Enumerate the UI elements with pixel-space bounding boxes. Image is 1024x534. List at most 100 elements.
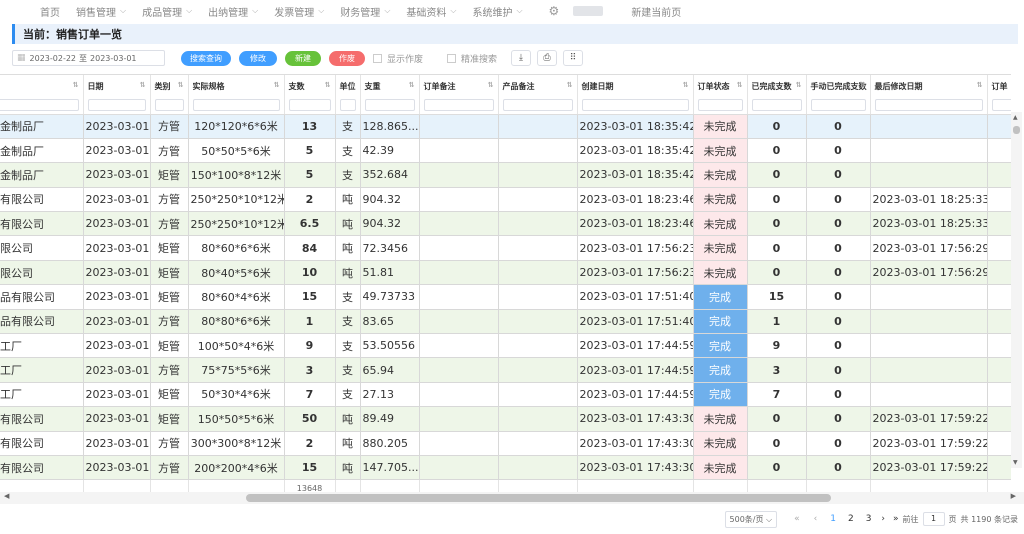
table-row[interactable]: 加工厂2023-03-01矩管50*30*4*6米7支27.132023-03-…	[0, 382, 1011, 408]
user-avatar[interactable]	[573, 6, 604, 16]
col-pieces-filter-input[interactable]	[288, 99, 331, 112]
col-modified-filter-input[interactable]	[874, 99, 983, 112]
sort-icon[interactable]: ⇅	[140, 81, 146, 89]
total-pieces: 13648	[284, 479, 336, 492]
table-row[interactable]: 造有限公司2023-03-01方管300*300*8*12米2吨880.205 2…	[0, 431, 1011, 456]
col-product-note-header[interactable]: 产品备注 ⇅	[498, 75, 578, 97]
page-3[interactable]: 3	[866, 514, 872, 524]
sort-icon[interactable]: ⇅	[796, 81, 802, 89]
sort-icon[interactable]: ⇅	[325, 81, 331, 89]
search-button[interactable]: 搜索查询	[181, 50, 231, 66]
col-customer-header[interactable]: ⇅	[0, 75, 84, 97]
table-row[interactable]: 有限公司2023-03-01矩管80*60*6*6米84吨72.3456 2023…	[0, 235, 1011, 261]
print-icon[interactable]: ⎙	[537, 50, 558, 66]
col-spec-filter-input[interactable]	[192, 99, 280, 112]
table-row[interactable]: 制品有限公司2023-03-01矩管80*60*4*6米15支49.737332…	[0, 284, 1011, 310]
grid-settings-icon[interactable]: ⠿	[563, 50, 584, 66]
table-row[interactable]: 加工厂2023-03-01方管75*75*5*6米3支65.942023-03-…	[0, 357, 1011, 383]
next-page-icon[interactable]: ›	[881, 514, 885, 524]
first-page-icon[interactable]: «	[794, 514, 800, 524]
scroll-left-icon[interactable]: ◀	[4, 492, 9, 500]
goto-page-input[interactable]: 1	[922, 512, 945, 526]
modified-cell: 2023-03-01 17:59:22	[870, 431, 988, 456]
nav-home[interactable]: 首页	[40, 4, 60, 19]
col-spec-header[interactable]: 实际规格 ⇅	[188, 75, 285, 97]
col-created-header[interactable]: 创建日期 ⇅	[577, 75, 694, 97]
sort-icon[interactable]: ⇅	[274, 81, 280, 89]
col-order-note-filter-input[interactable]	[423, 99, 494, 112]
col-product-note-filter-input[interactable]	[502, 99, 573, 112]
col-order-header[interactable]: 订单	[987, 75, 1011, 97]
sort-icon[interactable]: ⇅	[683, 81, 689, 89]
col-created-filter-input[interactable]	[581, 99, 689, 112]
table-row[interactable]: 贸有限公司2023-03-01方管250*250*10*12米6.5吨904.3…	[0, 211, 1011, 237]
table-row[interactable]: 造有限公司2023-03-01矩管150*50*5*6米50吨89.49 2023…	[0, 406, 1011, 432]
page-2[interactable]: 2	[848, 514, 854, 524]
prev-page-icon[interactable]: ‹	[814, 514, 818, 524]
scroll-up-icon[interactable]: ▲	[1013, 114, 1018, 121]
sort-icon[interactable]: ⇅	[73, 81, 79, 89]
col-done-pieces-header[interactable]: 已完成支数 ⇅	[747, 75, 807, 97]
sort-icon[interactable]: ⇅	[488, 81, 494, 89]
col-unit-filter-input[interactable]	[339, 99, 356, 112]
scroll-down-icon[interactable]: ▼	[1013, 459, 1018, 466]
col-status-header[interactable]: 订单状态 ⇅	[693, 75, 748, 97]
col-modified-header[interactable]: 最后修改日期 ⇅	[870, 75, 988, 97]
sort-icon[interactable]: ⇅	[409, 81, 415, 89]
table-row[interactable]: 造有限公司2023-03-01方管200*200*4*6米15吨147.705.…	[0, 455, 1011, 481]
table-row[interactable]: 有限公司2023-03-01矩管80*40*5*6米10吨51.81 2023-0…	[0, 260, 1011, 286]
col-unit-header[interactable]: 单位 ⇅	[335, 75, 361, 97]
col-weight-filter-cell	[360, 97, 420, 115]
scrollbar-thumb[interactable]	[1013, 126, 1020, 134]
page-size-select[interactable]: 500条/页 ⌵	[724, 510, 778, 528]
last-page-icon[interactable]: »	[893, 514, 899, 524]
col-status-filter-input[interactable]	[697, 99, 743, 112]
table-row[interactable]: 五金制品厂2023-03-01方管50*50*5*6米5支42.39 2023-0…	[0, 138, 1011, 164]
nav-product[interactable]: 成品管理 ⌵	[142, 4, 192, 19]
nav-cashier[interactable]: 出纳管理 ⌵	[208, 4, 258, 19]
date-range-picker[interactable]: ▦ 2023-02-22 至 2023-03-01	[12, 50, 165, 66]
col-category-header[interactable]: 类别 ⇅	[150, 75, 189, 97]
col-pieces-header[interactable]: 支数 ⇅	[284, 75, 336, 97]
col-weight-filter-input[interactable]	[364, 99, 415, 112]
precise-search-checkbox[interactable]: 精准搜索	[447, 52, 497, 65]
table-row[interactable]: 制品有限公司2023-03-01方管80*80*6*6米1支83.652023-…	[0, 309, 1011, 335]
col-done-pieces-filter-input[interactable]	[751, 99, 802, 112]
col-customer-filter-input[interactable]	[0, 99, 79, 112]
col-order-filter-input[interactable]	[991, 99, 1011, 112]
nav-basic-data[interactable]: 基础资料 ⌵	[406, 4, 456, 19]
new-current-page-link[interactable]: 新建当前页	[631, 4, 681, 19]
col-manual-done-filter-input[interactable]	[810, 99, 866, 112]
vertical-scrollbar[interactable]: ▲ ▼	[1011, 112, 1022, 468]
col-category-filter-input[interactable]	[154, 99, 184, 112]
table-row[interactable]: 贸有限公司2023-03-01方管250*250*10*12米2吨904.32 2…	[0, 187, 1011, 213]
sort-icon[interactable]: ⇅	[860, 81, 866, 89]
horizontal-scrollbar[interactable]: ◀ ▶	[0, 492, 1024, 504]
col-weight-header[interactable]: 支重 ⇅	[360, 75, 420, 97]
table-row[interactable]: 五金制品厂2023-03-01方管120*120*6*6米13支128.865.…	[0, 114, 1011, 139]
show-void-checkbox[interactable]: 显示作废	[373, 52, 423, 65]
void-button[interactable]: 作废	[329, 50, 365, 66]
scroll-right-icon[interactable]: ▶	[1011, 492, 1016, 500]
nav-invoice[interactable]: 发票管理 ⌵	[274, 4, 324, 19]
nav-sales[interactable]: 销售管理 ⌵	[76, 4, 126, 19]
col-date-header[interactable]: 日期 ⇅	[83, 75, 151, 97]
nav-system[interactable]: 系统维护 ⌵	[472, 4, 522, 19]
sort-icon[interactable]: ⇅	[977, 81, 983, 89]
col-order-note-header[interactable]: 订单备注 ⇅	[419, 75, 499, 97]
table-row[interactable]: 加工厂2023-03-01矩管100*50*4*6米9支53.505562023…	[0, 333, 1011, 359]
gear-icon[interactable]: ⚙	[549, 4, 560, 18]
col-date-filter-input[interactable]	[87, 99, 146, 112]
download-icon[interactable]: ⤓	[511, 50, 532, 66]
sort-icon[interactable]: ⇅	[350, 81, 356, 89]
edit-button[interactable]: 修改	[239, 50, 277, 66]
col-manual-done-header[interactable]: 手动已完成支数 ⇅	[806, 75, 871, 97]
nav-finance[interactable]: 财务管理 ⌵	[340, 4, 390, 19]
table-row[interactable]: 五金制品厂2023-03-01矩管150*100*8*12米5支352.684 2…	[0, 162, 1011, 188]
sort-icon[interactable]: ⇅	[567, 81, 573, 89]
scrollbar-thumb[interactable]	[246, 494, 831, 502]
sort-icon[interactable]: ⇅	[737, 81, 743, 89]
sort-icon[interactable]: ⇅	[178, 81, 184, 89]
new-button[interactable]: 新建	[285, 50, 321, 66]
page-1[interactable]: 1	[830, 514, 836, 524]
